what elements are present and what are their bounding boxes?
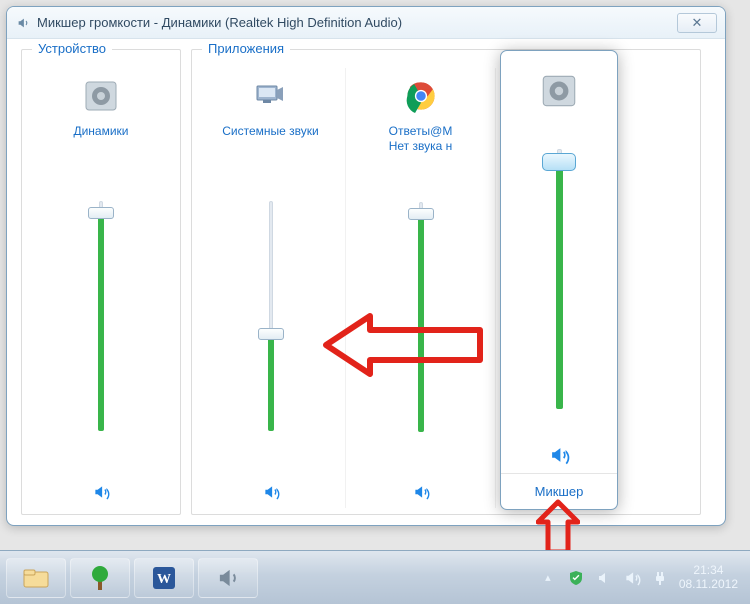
volume-slider-master[interactable] xyxy=(542,149,576,409)
mute-button-system-sounds[interactable] xyxy=(259,480,283,504)
group-apps-title: Приложения xyxy=(202,41,290,56)
chrome-icon[interactable] xyxy=(404,72,438,120)
mute-button-device[interactable] xyxy=(89,480,113,504)
flyout-speaker-icon[interactable] xyxy=(538,65,580,117)
channel-system-sounds: Системные звуки xyxy=(196,68,346,508)
taskbar-app-volume-mixer[interactable] xyxy=(198,558,258,598)
titlebar[interactable]: Микшер громкости - Динамики (Realtek Hig… xyxy=(7,7,725,39)
svg-text:W: W xyxy=(157,572,171,587)
group-applications: Приложения Системные звуки xyxy=(191,49,701,515)
tray-power-icon[interactable] xyxy=(651,569,669,587)
speaker-icon xyxy=(15,15,31,31)
close-icon: ✕ xyxy=(692,15,703,31)
channel-device: Динамики xyxy=(26,68,176,508)
mute-button-chrome[interactable] xyxy=(409,480,433,504)
volume-slider-device[interactable] xyxy=(88,201,114,431)
system-tray: ▴ 21:34 08.11.2012 xyxy=(539,564,744,590)
tray-expand-icon[interactable]: ▴ xyxy=(539,569,557,587)
tray-shield-icon[interactable] xyxy=(567,569,585,587)
tray-speaker-1-icon[interactable] xyxy=(595,569,613,587)
tray-volume-icon[interactable] xyxy=(623,569,641,587)
volume-slider-system-sounds[interactable] xyxy=(258,201,284,431)
group-device: Устройство Динамики xyxy=(21,49,181,515)
taskbar: W ▴ 21:34 08.11.2012 xyxy=(0,550,750,604)
mute-button-master[interactable] xyxy=(545,441,573,469)
taskbar-app-explorer[interactable] xyxy=(6,558,66,598)
system-sounds-icon[interactable] xyxy=(251,72,291,120)
close-button[interactable]: ✕ xyxy=(677,13,717,33)
volume-mixer-window: Микшер громкости - Динамики (Realtek Hig… xyxy=(6,6,726,526)
volume-flyout: Микшер xyxy=(500,50,618,510)
window-title: Микшер громкости - Динамики (Realtek Hig… xyxy=(37,15,677,30)
taskbar-app-tree[interactable] xyxy=(70,558,130,598)
channel-label: Системные звуки xyxy=(218,120,322,152)
channel-chrome: Ответы@M Нет звука н xyxy=(346,68,496,508)
tray-clock[interactable]: 21:34 08.11.2012 xyxy=(679,564,738,590)
clock-time: 21:34 xyxy=(679,564,738,577)
volume-slider-chrome[interactable] xyxy=(408,202,434,432)
group-device-title: Устройство xyxy=(32,41,112,56)
clock-date: 08.11.2012 xyxy=(679,578,738,591)
channel-label: Ответы@M Нет звука н xyxy=(385,120,457,154)
open-mixer-link[interactable]: Микшер xyxy=(501,474,617,509)
taskbar-app-word[interactable]: W xyxy=(134,558,194,598)
channel-label: Динамики xyxy=(69,120,132,152)
device-speaker-icon[interactable] xyxy=(81,72,121,120)
